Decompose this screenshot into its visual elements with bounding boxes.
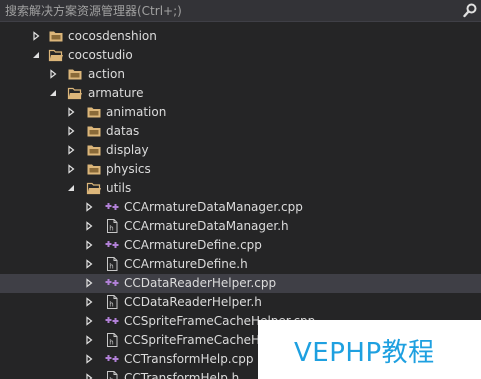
- tree-item-label: CCArmatureDefine.h: [124, 257, 248, 271]
- cpp-file-icon: [105, 317, 119, 324]
- search-input[interactable]: [3, 2, 457, 20]
- tree-item[interactable]: action: [0, 65, 481, 84]
- collapsed-arrow-icon[interactable]: [66, 126, 76, 136]
- tree-item-label: CCArmatureDataManager.h: [124, 219, 289, 233]
- tree-item[interactable]: animation: [0, 103, 481, 122]
- folder-icon: [87, 164, 101, 175]
- tree-item-label: utils: [106, 181, 132, 195]
- collapsed-arrow-icon[interactable]: [84, 297, 94, 307]
- header-file-icon: h: [107, 257, 118, 271]
- tree-item[interactable]: physics: [0, 160, 481, 179]
- collapsed-arrow-icon[interactable]: [84, 221, 94, 231]
- cpp-file-icon: [105, 279, 119, 286]
- tree-item[interactable]: CCDataReaderHelper.cpp: [0, 274, 481, 293]
- collapsed-arrow-icon[interactable]: [66, 145, 76, 155]
- svg-text:h: h: [109, 339, 113, 347]
- tree-item-label: CCDataReaderHelper.h: [124, 295, 262, 309]
- collapsed-arrow-icon[interactable]: [84, 316, 94, 326]
- header-file-icon: h: [107, 295, 118, 309]
- watermark-text: VEPHP教程: [294, 338, 435, 368]
- collapsed-arrow-icon[interactable]: [66, 164, 76, 174]
- tree-item[interactable]: utils: [0, 179, 481, 198]
- tree-item[interactable]: CCArmatureDataManager.cpp: [0, 198, 481, 217]
- tree-item[interactable]: h CCArmatureDataManager.h: [0, 217, 481, 236]
- tree-item[interactable]: display: [0, 141, 481, 160]
- tree-item-label: CCArmatureDataManager.cpp: [124, 200, 303, 214]
- cpp-file-icon: [105, 241, 119, 248]
- svg-text:h: h: [109, 301, 113, 309]
- collapsed-arrow-icon[interactable]: [84, 202, 94, 212]
- tree-item-label: physics: [106, 162, 151, 176]
- tree-item-label: CCDataReaderHelper.cpp: [124, 276, 277, 290]
- folder-icon: [87, 145, 101, 156]
- tree-item[interactable]: h CCDataReaderHelper.h: [0, 293, 481, 312]
- expanded-arrow-icon[interactable]: [31, 50, 41, 60]
- tree-item-label: CCTransformHelp.cpp: [124, 352, 254, 366]
- tree-item[interactable]: cocosdenshion: [0, 27, 481, 46]
- tree-item[interactable]: h CCArmatureDefine.h: [0, 255, 481, 274]
- tree-item-label: datas: [106, 124, 140, 138]
- open-folder-icon: [67, 87, 82, 100]
- tree-item-label: CCArmatureDefine.cpp: [124, 238, 262, 252]
- tree-item-label: display: [106, 143, 149, 157]
- tree-item[interactable]: cocostudio: [0, 46, 481, 65]
- expanded-arrow-icon[interactable]: [48, 88, 58, 98]
- folder-icon: [68, 69, 82, 80]
- header-file-icon: h: [107, 371, 118, 379]
- collapsed-arrow-icon[interactable]: [84, 240, 94, 250]
- watermark: VEPHP教程: [258, 320, 481, 379]
- tree-item[interactable]: datas: [0, 122, 481, 141]
- folder-icon: [87, 107, 101, 118]
- tree-item[interactable]: armature: [0, 84, 481, 103]
- tree-item-label: CCTransformHelp.h: [124, 371, 240, 379]
- cpp-file-icon: [105, 203, 119, 210]
- search-icon: [463, 3, 477, 18]
- collapsed-arrow-icon[interactable]: [84, 259, 94, 269]
- folder-icon: [49, 31, 63, 42]
- collapsed-arrow-icon[interactable]: [84, 278, 94, 288]
- svg-text:h: h: [109, 263, 113, 271]
- header-file-icon: h: [107, 333, 118, 347]
- tree-item-label: action: [88, 67, 125, 81]
- collapsed-arrow-icon[interactable]: [84, 373, 94, 379]
- header-file-icon: h: [107, 219, 118, 233]
- tree-item-label: armature: [88, 86, 144, 100]
- collapsed-arrow-icon[interactable]: [31, 31, 41, 41]
- collapsed-arrow-icon[interactable]: [66, 107, 76, 117]
- open-folder-icon: [86, 182, 101, 195]
- tree-item-label: cocosdenshion: [68, 29, 157, 43]
- expanded-arrow-icon[interactable]: [66, 183, 76, 193]
- tree-item-label: cocostudio: [68, 48, 133, 62]
- open-folder-icon: [48, 49, 63, 62]
- collapsed-arrow-icon[interactable]: [48, 69, 58, 79]
- svg-text:h: h: [109, 225, 113, 233]
- search-button[interactable]: [459, 0, 481, 22]
- cpp-file-icon: [105, 355, 119, 362]
- search-bar: [0, 0, 481, 22]
- collapsed-arrow-icon[interactable]: [84, 354, 94, 364]
- solution-explorer: cocosdenshion cocostudio action armature ani…: [0, 0, 481, 379]
- collapsed-arrow-icon[interactable]: [84, 335, 94, 345]
- folder-icon: [87, 126, 101, 137]
- tree-item-label: animation: [106, 105, 167, 119]
- tree-item[interactable]: CCArmatureDefine.cpp: [0, 236, 481, 255]
